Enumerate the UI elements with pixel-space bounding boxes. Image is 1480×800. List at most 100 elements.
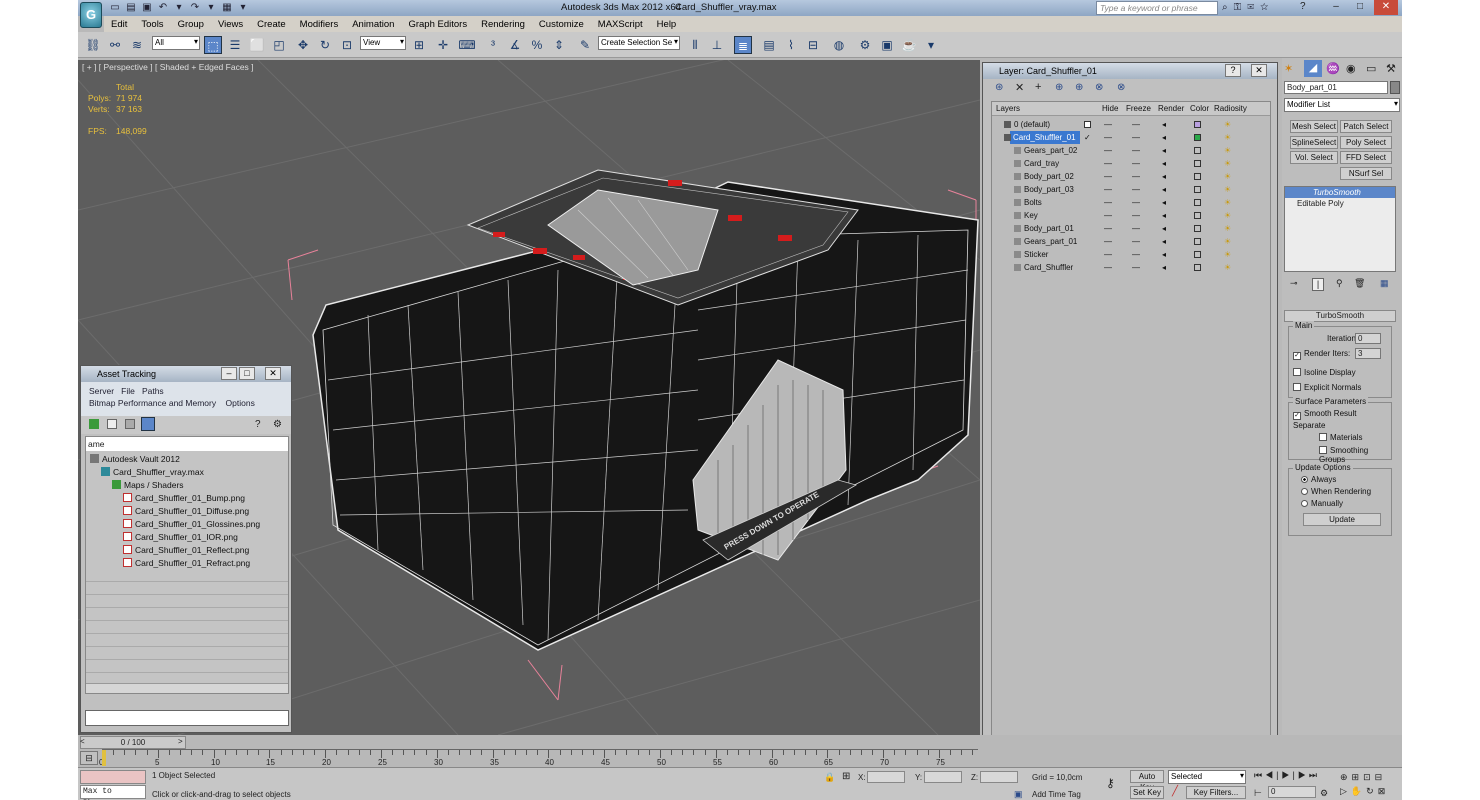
isoline-display-checkbox[interactable]: Isoline Display <box>1293 368 1356 377</box>
selection-lock-icon[interactable]: 🔒 <box>824 772 835 783</box>
layer-row[interactable]: Body_part_02 — — ◂ ☀ <box>992 170 1248 183</box>
layer-row[interactable]: Card_Shuffler — — ◂ ☀ <box>992 261 1248 274</box>
modify-tab-icon[interactable]: ◢ <box>1304 60 1322 77</box>
snaps-toggle-icon[interactable]: ³ <box>484 36 502 54</box>
asset-minimize-button[interactable]: – <box>221 367 237 380</box>
time-config-icon[interactable]: ⚙ <box>1320 788 1328 799</box>
schematic-view-icon[interactable]: ⊟ <box>804 36 822 54</box>
layer-name[interactable]: Card_Shuffler_01 <box>1010 131 1080 144</box>
freeze-toggle-icon[interactable]: — <box>1132 222 1140 235</box>
configure-modifier-sets-icon[interactable]: ▦ <box>1380 278 1389 289</box>
unlink-icon[interactable]: ⚯ <box>106 36 124 54</box>
z-coordinate-field[interactable] <box>980 771 1018 783</box>
layer-color-swatch[interactable] <box>1194 212 1201 219</box>
render-iters-checkbox[interactable]: ✓ Render Iters: <box>1293 349 1350 360</box>
layer-color-swatch[interactable] <box>1194 264 1201 271</box>
freeze-toggle-icon[interactable]: — <box>1132 261 1140 274</box>
layer-name[interactable]: Body_part_02 <box>1024 170 1074 183</box>
layer-name[interactable]: Gears_part_01 <box>1024 235 1077 248</box>
freeze-toggle-icon[interactable]: — <box>1132 209 1140 222</box>
current-frame-field[interactable]: 0 <box>1268 786 1316 798</box>
pivot-center-icon[interactable]: ⊞ <box>410 36 428 54</box>
x-coordinate-field[interactable] <box>867 771 905 783</box>
window-crossing-icon[interactable]: ◰ <box>270 36 288 54</box>
layer-name[interactable]: 0 (default) <box>1014 118 1050 131</box>
layer-row[interactable]: Body_part_01 — — ◂ ☀ <box>992 222 1248 235</box>
asset-tree-item[interactable]: Card_Shuffler_01_Diffuse.png <box>123 505 249 517</box>
asset-menu-server[interactable]: Server <box>89 386 114 396</box>
time-tag-icon[interactable]: ▣ <box>1014 789 1023 800</box>
radiosity-toggle-icon[interactable]: ☀ <box>1224 209 1231 222</box>
rendered-frame-icon[interactable]: ▣ <box>878 36 896 54</box>
hide-toggle-icon[interactable]: — <box>1104 261 1112 274</box>
grid-view-icon[interactable] <box>141 417 155 431</box>
hide-toggle-icon[interactable]: — <box>1104 144 1112 157</box>
set-key-button[interactable]: Set Key <box>1130 786 1164 799</box>
graphite-ribbon-icon[interactable]: ▤ <box>760 36 778 54</box>
explicit-normals-checkbox[interactable]: Explicit Normals <box>1293 383 1361 392</box>
table-view-icon[interactable] <box>125 419 135 429</box>
render-toggle-icon[interactable]: ◂ <box>1162 248 1166 261</box>
hide-toggle-icon[interactable]: — <box>1104 248 1112 261</box>
asset-settings-icon[interactable]: ⚙ <box>273 419 282 430</box>
fov-icon[interactable]: ▷ <box>1340 786 1351 796</box>
radiosity-toggle-icon[interactable]: ☀ <box>1224 144 1231 157</box>
open-icon[interactable]: ▤ <box>124 1 138 14</box>
hide-toggle-icon[interactable]: — <box>1104 222 1112 235</box>
col-color[interactable]: Color <box>1190 104 1209 113</box>
layer-close-button[interactable]: ✕ <box>1251 64 1267 77</box>
freeze-toggle-icon[interactable]: — <box>1132 235 1140 248</box>
asset-tree-item[interactable]: Maps / Shaders <box>112 479 184 491</box>
radiosity-toggle-icon[interactable]: ☀ <box>1224 248 1231 261</box>
menu-help[interactable]: Help <box>650 19 684 30</box>
render-toggle-icon[interactable]: ◂ <box>1162 235 1166 248</box>
patch-select-button[interactable]: Patch Select <box>1340 120 1392 133</box>
layer-row[interactable]: Card_tray — — ◂ ☀ <box>992 157 1248 170</box>
layer-color-swatch[interactable] <box>1194 160 1201 167</box>
layer-color-swatch[interactable] <box>1194 134 1201 141</box>
pan-icon[interactable]: ✋ <box>1351 786 1366 796</box>
zoom-all-icon[interactable]: ⊞ <box>1352 772 1364 782</box>
render-toggle-icon[interactable]: ◂ <box>1162 157 1166 170</box>
asset-help-icon[interactable]: ? <box>255 419 261 430</box>
radiosity-toggle-icon[interactable]: ☀ <box>1224 261 1231 274</box>
goto-start-icon[interactable]: ⏮ <box>1254 770 1265 780</box>
menu-views[interactable]: Views <box>211 19 250 30</box>
help-icon[interactable]: ? <box>1300 1 1306 12</box>
mesh-select-button[interactable]: Mesh Select <box>1290 120 1338 133</box>
menu-group[interactable]: Group <box>171 19 211 30</box>
select-highlighted-icon[interactable]: ⊕ <box>1055 82 1063 93</box>
goto-end-icon[interactable]: ⏭ <box>1309 770 1320 780</box>
radiosity-toggle-icon[interactable]: ☀ <box>1224 196 1231 209</box>
hide-toggle-icon[interactable]: — <box>1104 209 1112 222</box>
layer-color-swatch[interactable] <box>1194 251 1201 258</box>
selection-filter-dropdown[interactable]: All <box>152 36 200 50</box>
layer-color-swatch[interactable] <box>1194 186 1201 193</box>
radiosity-toggle-icon[interactable]: ☀ <box>1224 222 1231 235</box>
layer-name[interactable]: Key <box>1024 209 1038 222</box>
angle-snap-icon[interactable]: ∡ <box>506 36 524 54</box>
reference-coordinate-dropdown[interactable]: View <box>360 36 406 50</box>
layer-name[interactable]: Gears_part_02 <box>1024 144 1077 157</box>
project-icon[interactable]: ▦ <box>220 1 234 14</box>
layer-row[interactable]: Sticker — — ◂ ☀ <box>992 248 1248 261</box>
select-by-name-icon[interactable]: ☰ <box>226 36 244 54</box>
radiosity-toggle-icon[interactable]: ☀ <box>1224 131 1231 144</box>
stack-item-turbosmooth[interactable]: TurboSmooth <box>1285 187 1395 198</box>
select-manipulate-icon[interactable]: ✛ <box>434 36 452 54</box>
key-icon[interactable]: ⚷ <box>1106 776 1115 790</box>
when-rendering-radio[interactable]: When Rendering <box>1301 487 1371 496</box>
undo-icon[interactable]: ↶ <box>156 1 170 14</box>
layer-row[interactable]: Key — — ◂ ☀ <box>992 209 1248 222</box>
freeze-toggle-icon[interactable]: — <box>1132 131 1140 144</box>
layer-name[interactable]: Card_tray <box>1024 157 1059 170</box>
time-ruler[interactable]: 051015202530354045505560657075 <box>99 749 978 767</box>
freeze-toggle-icon[interactable]: — <box>1132 248 1140 261</box>
zoom-icon[interactable]: ⊕ <box>1340 772 1352 782</box>
create-layer-icon[interactable]: ⊛ <box>995 82 1003 93</box>
modifier-list-dropdown[interactable]: Modifier List <box>1284 98 1400 112</box>
asset-tree-item[interactable]: Card_Shuffler_01_Reflect.png <box>123 544 249 556</box>
asset-path-field[interactable] <box>85 710 289 726</box>
create-tab-icon[interactable]: ✶ <box>1284 62 1293 75</box>
hide-toggle-icon[interactable]: — <box>1104 118 1112 131</box>
